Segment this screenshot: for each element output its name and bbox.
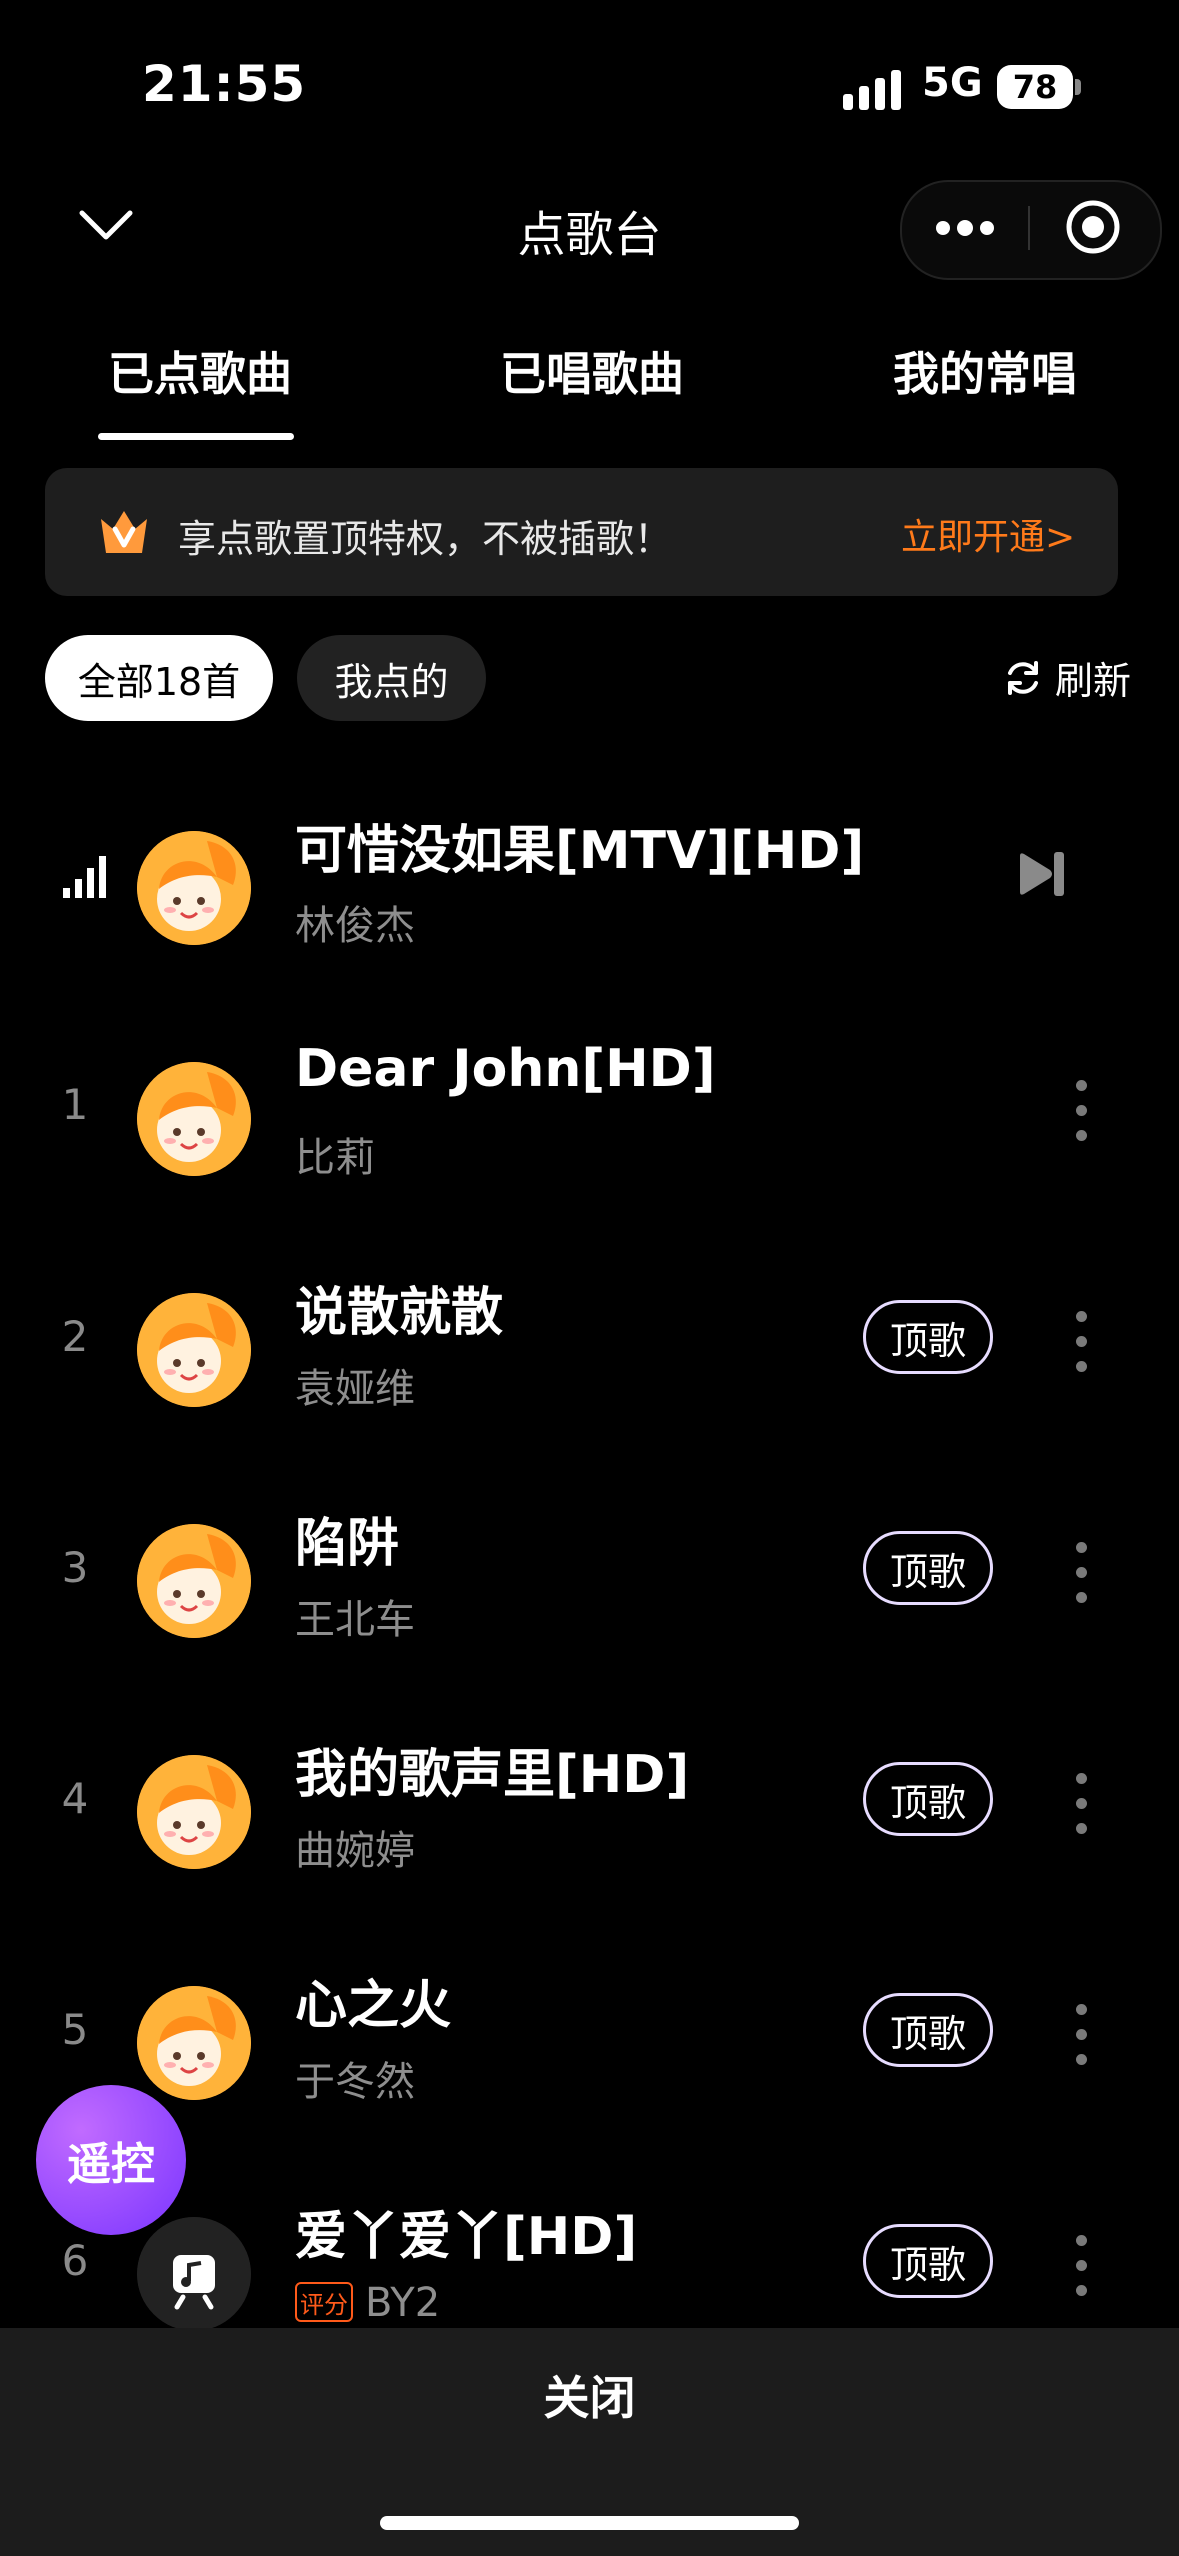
now-playing-artist: 林俊杰	[295, 903, 415, 949]
queue-song-title[interactable]: 爱丫爱丫[HD]	[295, 2194, 637, 2269]
pin-song-button[interactable]: 顶歌	[863, 1762, 993, 1836]
pin-song-button[interactable]: 顶歌	[863, 1531, 993, 1605]
battery-indicator: 78	[997, 65, 1073, 109]
vip-banner-text: 享点歌置顶特权，不被插歌！	[178, 517, 673, 561]
queue-song-artist: 王北车	[295, 1597, 415, 1643]
now-playing-title[interactable]: 可惜没如果[MTV][HD]	[295, 808, 864, 883]
battery-tip	[1075, 79, 1081, 95]
queue-song-title[interactable]: 心之火	[295, 1963, 451, 2038]
queue-index: 6	[61, 2236, 89, 2285]
queue-index: 4	[61, 1774, 89, 1823]
queue-index: 1	[61, 1080, 89, 1129]
avatar	[137, 1062, 251, 1176]
capsule-divider	[1028, 206, 1030, 250]
playing-bars-icon	[63, 856, 106, 898]
score-tag: 评分	[295, 2282, 353, 2322]
kebab-icon[interactable]	[1070, 2004, 1092, 2066]
kebab-icon[interactable]	[1070, 1080, 1092, 1142]
vip-open-link[interactable]: 立即开通>	[901, 508, 1075, 560]
music-note-icon	[137, 2217, 251, 2331]
filter-mine-chip[interactable]: 我点的	[297, 635, 486, 721]
queue-index: 5	[61, 2005, 89, 2054]
kebab-icon[interactable]	[1070, 1311, 1092, 1373]
kebab-icon[interactable]	[1070, 2235, 1092, 2297]
refresh-label: 刷新	[1055, 659, 1132, 703]
avatar	[137, 1986, 251, 2100]
queue-song-artist: BY2	[365, 2280, 441, 2326]
avatar	[137, 2217, 251, 2331]
avatar	[137, 1755, 251, 1869]
more-dots-icon[interactable]	[935, 220, 995, 236]
avatar	[137, 1293, 251, 1407]
kebab-icon[interactable]	[1070, 1542, 1092, 1604]
target-icon[interactable]	[1065, 199, 1121, 255]
refresh-button[interactable]: 刷新	[1003, 650, 1131, 705]
avatar	[137, 1524, 251, 1638]
queue-song-title[interactable]: 说散就散	[295, 1270, 503, 1345]
signal-icon	[843, 70, 901, 110]
avatar	[137, 831, 251, 945]
active-tab-indicator	[98, 433, 294, 440]
remote-control-button[interactable]: 遥控	[36, 2085, 186, 2235]
queue-song-artist: 曲婉婷	[295, 1828, 415, 1874]
queue-index: 2	[61, 1312, 89, 1361]
queue-song-artist: 于冬然	[295, 2059, 415, 2105]
crown-icon	[101, 511, 147, 553]
queue-song-title[interactable]: 陷阱	[295, 1501, 399, 1576]
queue-song-title[interactable]: 我的歌声里[HD]	[295, 1732, 689, 1807]
queue-song-title[interactable]: Dear John[HD]	[295, 1039, 716, 1099]
queue-song-artist: 袁娅维	[295, 1366, 415, 1412]
pin-song-button[interactable]: 顶歌	[863, 2224, 993, 2298]
pin-song-button[interactable]: 顶歌	[863, 1300, 993, 1374]
network-label: 5G	[922, 60, 983, 106]
queue-index: 3	[61, 1543, 89, 1592]
pin-song-button[interactable]: 顶歌	[863, 1993, 993, 2067]
kebab-icon[interactable]	[1070, 1773, 1092, 1835]
close-button[interactable]: 关闭	[0, 2362, 1179, 2428]
queue-song-artist: 比莉	[295, 1135, 375, 1181]
tab-favorites[interactable]: 我的常唱	[893, 338, 1077, 404]
refresh-icon	[1008, 660, 1038, 695]
home-indicator	[380, 2516, 799, 2530]
status-time: 21:55	[142, 55, 307, 113]
skip-next-icon[interactable]	[1016, 848, 1068, 900]
filter-all-chip[interactable]: 全部18首	[45, 635, 273, 721]
tab-sung[interactable]: 已唱歌曲	[500, 338, 684, 404]
tab-requested[interactable]: 已点歌曲	[108, 338, 292, 404]
